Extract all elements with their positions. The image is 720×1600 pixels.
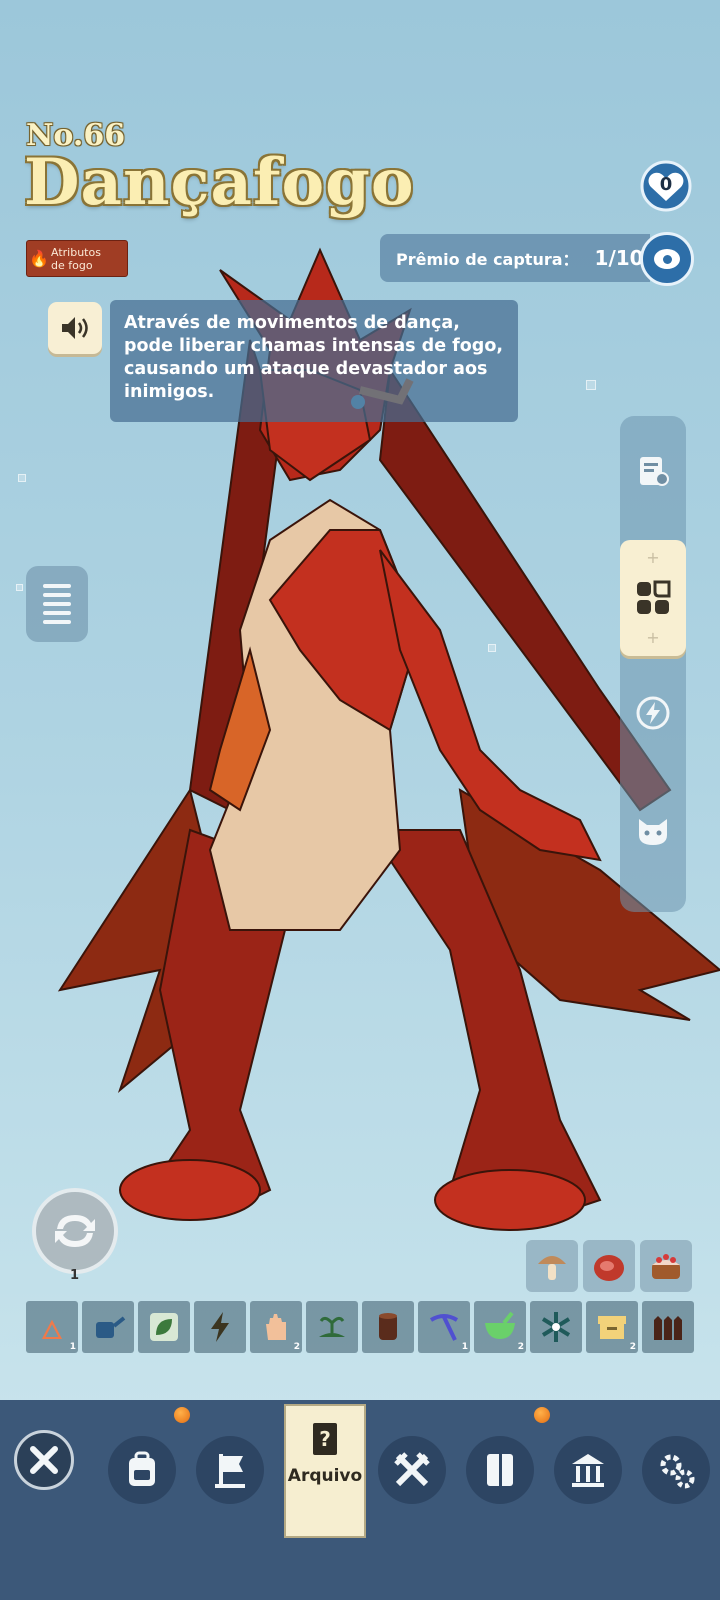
watering-can-icon: [96, 1316, 126, 1338]
book-icon: [487, 1454, 513, 1486]
close-button[interactable]: [14, 1430, 74, 1490]
box-icon: [598, 1316, 626, 1339]
fence-icon: [654, 1316, 682, 1340]
fire-icon: 🔥: [29, 249, 49, 268]
tab-personality[interactable]: [620, 796, 686, 866]
hand-icon: [266, 1314, 286, 1340]
notification-dot: [534, 1407, 550, 1423]
skill-cooling[interactable]: [530, 1301, 582, 1353]
leaf-icon: [150, 1313, 178, 1341]
capture-value: 1/10: [594, 246, 644, 270]
mushroom-icon: [538, 1256, 566, 1280]
attribute-label-1: Atributos: [51, 245, 101, 259]
nav-flag[interactable]: [196, 1436, 264, 1504]
tab-skills[interactable]: [620, 678, 686, 748]
voice-button[interactable]: [48, 302, 102, 354]
nav-museum[interactable]: [554, 1436, 622, 1504]
favorite-count: 0: [659, 174, 673, 195]
skill-electricity[interactable]: [194, 1301, 246, 1353]
nav-active-label: Arquivo: [287, 1466, 363, 1486]
capture-reward-button[interactable]: [640, 232, 694, 286]
skill-lumbering[interactable]: [362, 1301, 414, 1353]
cake-icon: [652, 1254, 680, 1279]
skill-count: 1: [69, 1342, 76, 1352]
swap-button[interactable]: [32, 1188, 118, 1274]
skill-count: 1: [461, 1342, 468, 1352]
crossed-swords-icon: [394, 1452, 430, 1487]
skill-watering[interactable]: [82, 1301, 134, 1353]
skill-gathering[interactable]: [306, 1301, 358, 1353]
eye-icon: [654, 249, 680, 269]
food-item[interactable]: [526, 1240, 578, 1292]
lightning-icon: [636, 696, 670, 730]
monster-name: Dançafogo: [24, 145, 415, 220]
sparkle: [18, 474, 26, 482]
nav-settings[interactable]: [642, 1436, 710, 1504]
nav-backpack[interactable]: [108, 1436, 176, 1504]
speaker-icon: [62, 317, 88, 339]
attribute-label-2: de fogo: [51, 258, 93, 272]
skill-medicine[interactable]: 2: [474, 1301, 526, 1353]
stats-icon: [640, 457, 669, 486]
skill-count: 2: [629, 1342, 636, 1352]
nav-battle[interactable]: [378, 1436, 446, 1504]
sparkle: [16, 584, 23, 591]
close-icon: [30, 1446, 58, 1474]
skill-mining[interactable]: 1: [418, 1301, 470, 1353]
sprout-icon: [319, 1316, 345, 1337]
nav-book[interactable]: [466, 1436, 534, 1504]
backpack-icon: [129, 1451, 155, 1486]
tab-stats[interactable]: [620, 436, 686, 506]
settings-icon: [660, 1454, 695, 1489]
grid-icon: [637, 580, 671, 614]
skill-count: 2: [517, 1342, 524, 1352]
pickaxe-icon: [429, 1314, 459, 1341]
skill-transporting[interactable]: 2: [586, 1301, 638, 1353]
museum-icon: [572, 1454, 604, 1487]
attribute-badge: 🔥 Atributos de fogo: [26, 240, 128, 277]
skill-planting[interactable]: [138, 1301, 190, 1353]
nav-archive[interactable]: ? Arquivo: [284, 1404, 366, 1538]
side-tab-panel: + +: [620, 416, 686, 912]
skill-farming[interactable]: [642, 1301, 694, 1353]
notification-dot: [174, 1407, 190, 1423]
swap-count: 1: [70, 1268, 80, 1283]
capture-reward: Prêmio de captura： 1/10: [380, 234, 650, 282]
lightning-icon: [211, 1312, 229, 1342]
capture-label: Prêmio de captura：: [396, 250, 579, 269]
campfire-icon: 🜂: [40, 1315, 64, 1346]
snowflake-icon: [541, 1312, 571, 1342]
favorite-button[interactable]: 0: [640, 160, 692, 212]
mortar-icon: [485, 1311, 515, 1339]
work-skill-bar: 🜂 1 2 1 2 2: [26, 1301, 694, 1353]
list-menu-button[interactable]: [26, 566, 88, 642]
log-icon: [379, 1313, 397, 1340]
archive-icon: ?: [313, 1423, 337, 1455]
flag-icon: [215, 1454, 245, 1488]
tab-grid[interactable]: + +: [620, 540, 686, 656]
svg-text:?: ?: [319, 1427, 331, 1451]
swap-arrows-icon: [55, 1215, 95, 1247]
food-item[interactable]: [583, 1240, 635, 1292]
cat-icon: [639, 819, 667, 845]
skill-handiwork[interactable]: 2: [250, 1301, 302, 1353]
skill-count: 2: [293, 1342, 300, 1352]
skill-kindling[interactable]: 🜂 1: [26, 1301, 78, 1353]
monster-description: Através de movimentos de dança, pode lib…: [110, 300, 518, 422]
food-item[interactable]: [640, 1240, 692, 1292]
meat-icon: [594, 1255, 624, 1281]
